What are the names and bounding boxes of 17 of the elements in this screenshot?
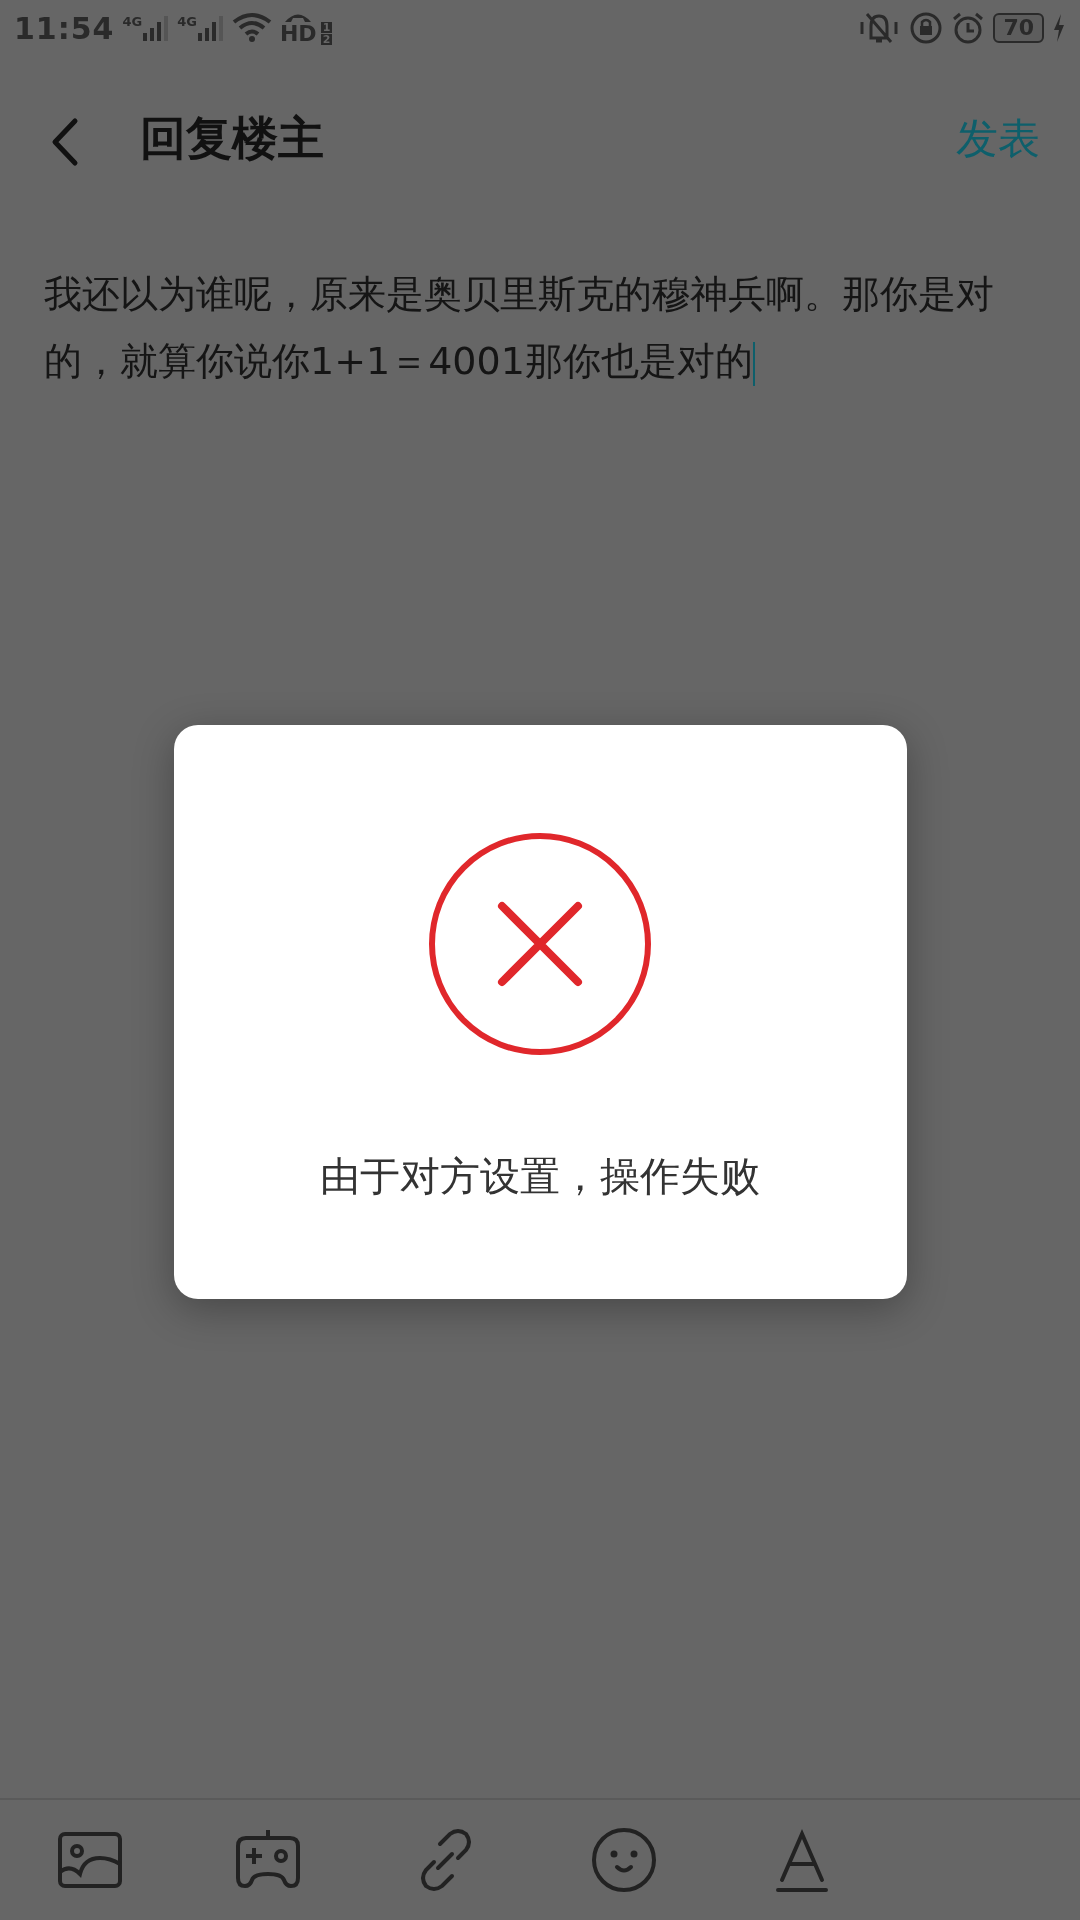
text-cursor [752,341,755,386]
signal-icon [143,15,170,41]
hd-label: HD [279,23,317,45]
network-type-label: 4G [122,15,143,28]
page-title: 回复楼主 [140,110,325,167]
signal-icon [197,15,224,41]
reply-input-field[interactable]: 我还以为谁呢，原来是奥贝里斯克的穆神兵啊。那你是对的，就算你说你1+1＝4001那你也是对的 [0,221,1080,395]
network-type-label: 4G [177,15,197,28]
sim-slot-label: 2 [320,34,333,45]
alarm-clock-icon [951,11,986,45]
error-message: 由于对方设置，操作失败 [320,1152,760,1201]
error-icon [428,832,652,1056]
charging-icon [1052,13,1066,43]
wifi-icon [231,12,272,44]
rotation-lock-icon [909,11,944,45]
clock-time: 11:54 [14,9,115,48]
sim-slot-label: 1 [320,22,333,33]
